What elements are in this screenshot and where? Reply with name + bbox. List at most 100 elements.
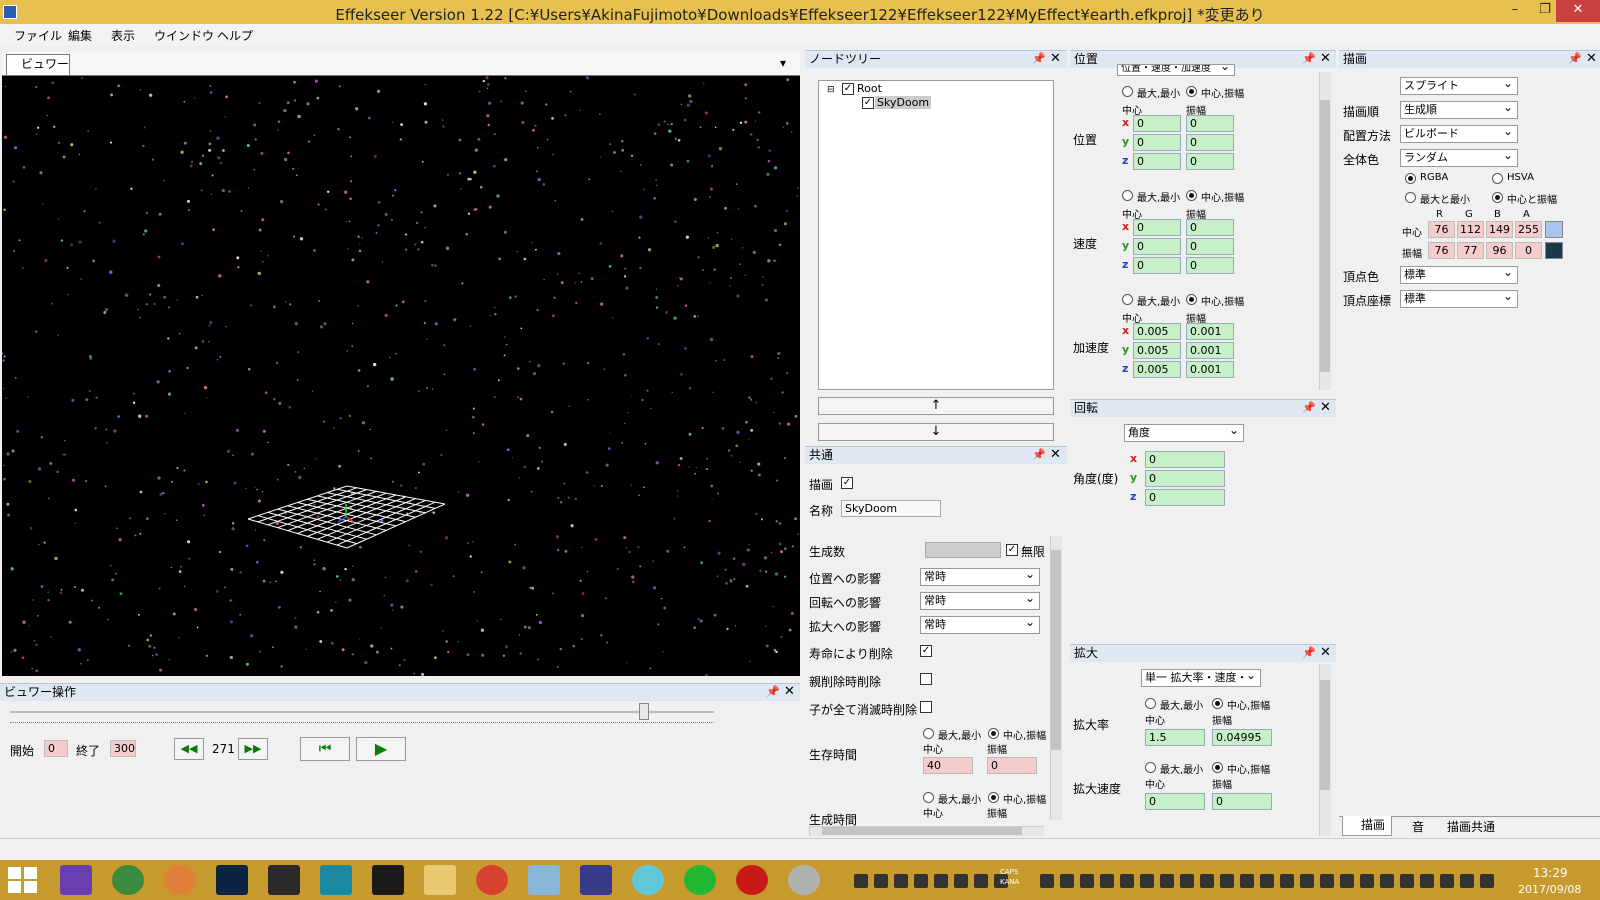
- maxmin-radio[interactable]: [1405, 192, 1416, 203]
- draw-order-select[interactable]: 生成順: [1400, 99, 1518, 119]
- position-vscroll-thumb[interactable]: [1320, 100, 1330, 372]
- line-icon[interactable]: [684, 865, 716, 895]
- center-a-input[interactable]: 255: [1515, 221, 1542, 238]
- rotation-x-input[interactable]: 0: [1145, 451, 1225, 468]
- scale-speed-amp-input[interactable]: 0: [1212, 793, 1272, 810]
- menu-view[interactable]: 表示: [111, 27, 135, 44]
- amp-z-input[interactable]: 0: [1186, 257, 1234, 274]
- vertex-color-select[interactable]: 標準: [1400, 264, 1518, 284]
- amp-g-input[interactable]: 77: [1457, 242, 1484, 259]
- close-icon[interactable]: ✕: [784, 684, 795, 699]
- life-minmax-radio[interactable]: [923, 728, 934, 739]
- rotation-mode-select[interactable]: 角度: [1124, 422, 1244, 442]
- centeramp-radio[interactable]: [1186, 86, 1197, 97]
- tray-icon[interactable]: [1240, 874, 1254, 888]
- viewer-dropdown-icon[interactable]: ▾: [780, 56, 786, 70]
- app-green-icon[interactable]: [112, 865, 144, 895]
- move-up-button[interactable]: ↑: [818, 397, 1054, 415]
- tray-icon[interactable]: [914, 874, 928, 888]
- app-r-icon[interactable]: [580, 865, 612, 895]
- speed-centeramp-radio[interactable]: [1212, 762, 1223, 773]
- center-g-input[interactable]: 112: [1457, 221, 1484, 238]
- tray-icon[interactable]: [954, 874, 968, 888]
- maya-icon[interactable]: [320, 865, 352, 895]
- center-x-input[interactable]: 0: [1133, 219, 1181, 236]
- tab-viewer[interactable]: ビュワー: [6, 54, 70, 75]
- frame-slider-track[interactable]: [10, 711, 714, 713]
- center-y-input[interactable]: 0: [1133, 238, 1181, 255]
- common-vscroll-thumb[interactable]: [1051, 550, 1061, 750]
- tab-render-common[interactable]: 描画共通: [1431, 818, 1495, 835]
- amp-b-input[interactable]: 96: [1486, 242, 1513, 259]
- folder-icon[interactable]: [424, 865, 456, 895]
- close-icon[interactable]: ✕: [1586, 51, 1597, 66]
- delete-children-checkbox[interactable]: [920, 701, 932, 713]
- move-down-button[interactable]: ↓: [818, 423, 1054, 441]
- pin-icon[interactable]: 📌: [1302, 52, 1316, 65]
- pin-icon[interactable]: 📌: [1032, 52, 1046, 65]
- tray-icon[interactable]: [1260, 874, 1274, 888]
- rot-influence-select[interactable]: 常時: [920, 590, 1040, 610]
- minmax-radio[interactable]: [1122, 190, 1133, 201]
- viewer-viewport[interactable]: [2, 76, 800, 676]
- center-b-input[interactable]: 149: [1486, 221, 1513, 238]
- tray-icon[interactable]: [1140, 874, 1154, 888]
- menu-help[interactable]: ヘルプ: [217, 27, 253, 44]
- scale-influence-select[interactable]: 常時: [920, 614, 1040, 634]
- play-button[interactable]: ▶: [356, 737, 406, 761]
- center-y-input[interactable]: 0: [1133, 134, 1181, 151]
- minmax-radio[interactable]: [1122, 86, 1133, 97]
- scale-mode-select[interactable]: 単一 拡大率・速度・: [1141, 667, 1261, 687]
- tray-icon[interactable]: [1300, 874, 1314, 888]
- center-r-input[interactable]: 76: [1428, 221, 1455, 238]
- tray-icon[interactable]: [1060, 874, 1074, 888]
- app-blue-icon[interactable]: [528, 865, 560, 895]
- menu-file[interactable]: ファイル: [14, 27, 62, 44]
- tray-icon[interactable]: [1220, 874, 1234, 888]
- tray-icon[interactable]: [1160, 874, 1174, 888]
- centeramp-radio[interactable]: [1492, 192, 1503, 203]
- life-centeramp-radio[interactable]: [988, 728, 999, 739]
- close-icon[interactable]: ✕: [1320, 400, 1331, 415]
- tray-icon[interactable]: [1100, 874, 1114, 888]
- amp-color-swatch[interactable]: [1545, 242, 1563, 259]
- center-x-input[interactable]: 0.005: [1133, 323, 1181, 340]
- gen-count-input[interactable]: [925, 542, 1001, 558]
- tray-icon[interactable]: [1320, 874, 1334, 888]
- center-y-input[interactable]: 0.005: [1133, 342, 1181, 359]
- centeramp-radio[interactable]: [1186, 294, 1197, 305]
- collapse-icon[interactable]: ⊟: [827, 85, 835, 95]
- all-color-select[interactable]: ランダム: [1400, 147, 1518, 167]
- render-type-select[interactable]: スプライト: [1400, 75, 1518, 95]
- amp-x-input[interactable]: 0.001: [1186, 323, 1234, 340]
- vertex-coord-select[interactable]: 標準: [1400, 288, 1518, 308]
- amp-z-input[interactable]: 0.001: [1186, 361, 1234, 378]
- tab-render[interactable]: 描画: [1342, 816, 1392, 836]
- tray-icon[interactable]: [854, 874, 868, 888]
- infinite-checkbox[interactable]: ✓: [1006, 544, 1018, 556]
- app-gray-icon[interactable]: [788, 865, 820, 895]
- amp-y-input[interactable]: 0: [1186, 238, 1234, 255]
- tray-icon[interactable]: [1400, 874, 1414, 888]
- rate-centeramp-radio[interactable]: [1212, 698, 1223, 709]
- effekseer-icon[interactable]: [632, 865, 664, 895]
- tray-icon[interactable]: [1480, 874, 1494, 888]
- close-icon[interactable]: ✕: [1050, 51, 1061, 66]
- forward-button[interactable]: ▶▶: [238, 738, 268, 760]
- tray-icon[interactable]: [1340, 874, 1354, 888]
- amp-x-input[interactable]: 0: [1186, 115, 1234, 132]
- skydoom-checkbox[interactable]: ✓: [862, 97, 874, 109]
- menu-window[interactable]: ウインドウ: [154, 27, 214, 44]
- gentime-centeramp-radio[interactable]: [988, 792, 999, 803]
- pos-influence-select[interactable]: 常時: [920, 566, 1040, 586]
- close-icon[interactable]: ✕: [1320, 645, 1331, 660]
- tray-icon[interactable]: [1120, 874, 1134, 888]
- life-amp-input[interactable]: 0: [987, 757, 1037, 774]
- scale-rate-amp-input[interactable]: 0.04995: [1212, 729, 1272, 746]
- life-center-input[interactable]: 40: [923, 757, 973, 774]
- tray-icon[interactable]: [1080, 874, 1094, 888]
- amp-z-input[interactable]: 0: [1186, 153, 1234, 170]
- tray-icon[interactable]: [894, 874, 908, 888]
- tray-icon[interactable]: [1460, 874, 1474, 888]
- placement-select[interactable]: ビルボード: [1400, 123, 1518, 143]
